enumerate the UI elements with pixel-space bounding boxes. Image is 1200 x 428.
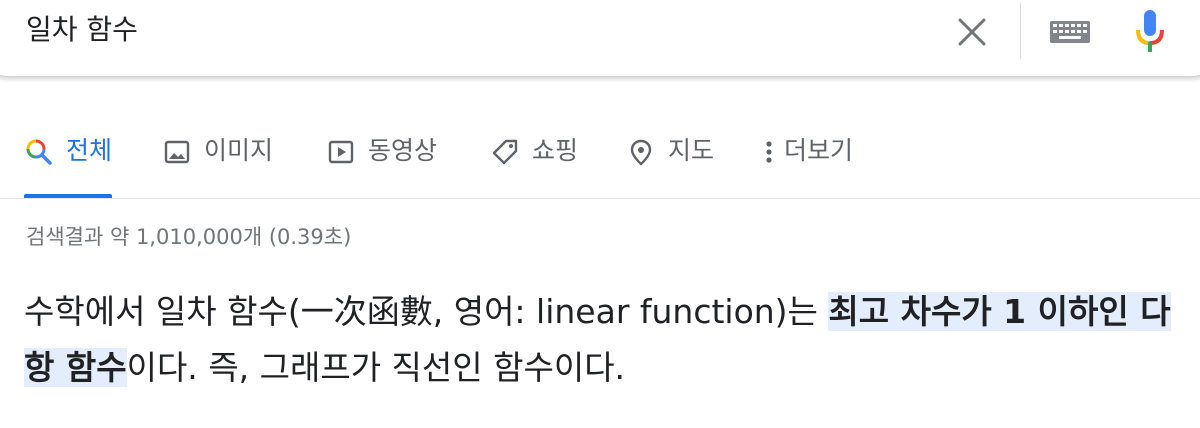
play-icon [326,137,356,167]
more-vert-icon [762,137,776,167]
featured-snippet: 수학에서 일차 함수(一次函數, 영어: linear function)는 최… [24,284,1184,396]
keyboard-button[interactable] [1046,14,1094,50]
search-icon [24,137,54,167]
keyboard-icon [1050,21,1090,43]
search-input[interactable]: 일차 함수 [26,12,138,48]
tab-more[interactable]: 더보기 [762,120,853,196]
tab-all-label: 전체 [66,136,113,165]
tab-maps-label: 지도 [668,136,715,165]
toolbar-divider [1020,3,1021,59]
tab-maps[interactable]: 지도 [626,120,714,196]
snippet-text-end: 이다. 즉, 그래프가 직선인 함수이다. [126,348,626,387]
tab-videos-label: 동영상 [368,136,438,165]
snippet-text-start: 수학에서 일차 함수(一次函數, 영어: linear function)는 [24,292,829,331]
tab-shopping-label: 쇼핑 [532,136,579,165]
tag-icon [490,137,520,167]
tab-videos[interactable]: 동영상 [326,120,437,196]
tab-images-label: 이미지 [204,136,274,165]
result-stats: 검색결과 약 1,010,000개 (0.39초) [26,225,352,249]
voice-search-button[interactable] [1128,4,1172,60]
close-icon [958,18,986,46]
tab-shopping[interactable]: 쇼핑 [490,120,578,196]
search-tabs: 전체 이미지 동영상 쇼핑 지도 더보기 [0,120,1200,199]
map-pin-icon [626,137,656,167]
tab-images[interactable]: 이미지 [162,120,273,196]
microphone-icon [1136,10,1164,52]
clear-search-button[interactable] [950,10,994,54]
tab-all[interactable]: 전체 [24,120,113,198]
image-icon [162,137,192,167]
tab-more-label: 더보기 [784,136,854,165]
